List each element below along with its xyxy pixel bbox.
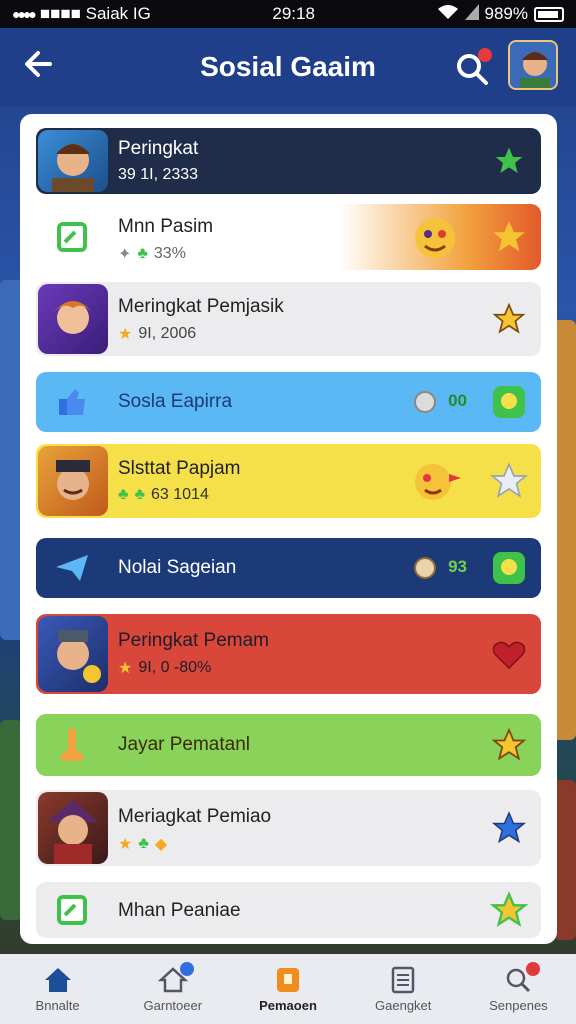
list-item[interactable]: Peringkat 39 1I, 2333 (36, 128, 541, 194)
item-count: 93 (448, 557, 467, 576)
clover-icon: ♣ (134, 486, 146, 503)
envelope-icon (54, 550, 90, 586)
item-subtitle: 9I, 0 -80% (138, 659, 212, 676)
item-title: Meringkat Pemjasik (118, 296, 284, 317)
list-item[interactable]: Nolai Sageian 93 (36, 538, 541, 598)
tab-label: Senpenes (489, 997, 548, 1013)
tab-settings[interactable]: Senpenes (461, 954, 576, 1024)
star-icon (489, 141, 529, 181)
sparkle-star-icon (489, 890, 529, 930)
green-badge-icon (489, 548, 529, 588)
item-title: Peringkat (118, 138, 199, 159)
avatar (38, 792, 108, 864)
star-icon (489, 299, 529, 339)
list-item[interactable]: Mnn Pasim ✦ ♣ 33% (36, 204, 541, 270)
app-header: Sosial Gaaim (0, 28, 576, 106)
item-title: Nolai Sageian (118, 557, 237, 578)
tab-home[interactable]: Bnnalte (0, 954, 115, 1024)
cell-icon (464, 3, 479, 25)
bottom-tab-bar: Bnnalte Garntoeer Pemaoen Gaengket Senpe… (0, 954, 576, 1024)
page-title: Sosial Gaaim (200, 51, 376, 82)
avatar (38, 130, 108, 192)
tab-community[interactable]: Garntoeer (115, 954, 230, 1024)
item-icons: ★ ♣ ◆ (118, 834, 167, 854)
search-button[interactable] (452, 48, 492, 88)
arrow-left-icon (25, 51, 52, 77)
gem-icon: ◆ (154, 836, 168, 853)
avatar (38, 284, 108, 354)
item-title: Mnn Pasim (118, 216, 214, 237)
item-subtitle: 39 1I, 2333 (118, 166, 199, 183)
tab-label: Gaengket (375, 997, 432, 1013)
item-subtitle-wrap: ✦ ♣ 33% (118, 244, 186, 264)
coin-icon (413, 390, 437, 419)
star-small-icon: ★ (118, 326, 133, 343)
thumbs-up-icon (54, 384, 90, 420)
back-button[interactable] (20, 46, 64, 90)
emoji-mascot-icon (409, 212, 461, 267)
list-item[interactable]: Meriagkat Pemiao ★ ♣ ◆ (36, 790, 541, 866)
notification-dot (180, 962, 195, 976)
heart-icon (489, 634, 529, 674)
item-count: 00 (448, 391, 467, 410)
avatar (38, 446, 108, 516)
emoji-mascot-icon (409, 456, 461, 511)
trophy-icon (54, 727, 90, 763)
carrier-label: ■■■■ Saiak IG (39, 4, 151, 23)
list-icon (391, 966, 415, 993)
item-title: Peringkat Pemam (118, 630, 270, 651)
silver-star-icon (489, 461, 529, 501)
wifi-icon (437, 4, 459, 25)
item-subtitle: 33% (153, 245, 186, 262)
tab-label: Pemaoen (259, 997, 317, 1013)
character-portrait-icon (510, 42, 556, 88)
item-subtitle-wrap: ★ 9I, 2006 (118, 324, 196, 344)
clover-icon: ♣ (118, 486, 129, 503)
coin-icon (413, 556, 437, 585)
list-item[interactable]: Slsttat Papjam ♣ ♣ 63 1014 (36, 444, 541, 518)
list-item[interactable]: Peringkat Pemam ★ 9I, 0 -80% (36, 614, 541, 694)
profile-avatar[interactable] (508, 40, 558, 90)
tab-ranking[interactable]: Pemaoen (230, 954, 345, 1024)
clover-icon: ♣ (138, 835, 149, 852)
battery-percent: 989% (484, 4, 528, 23)
tab-label: Garntoeer (143, 997, 203, 1013)
leaderboard-panel: Peringkat 39 1I, 2333 Mnn Pasim ✦ ♣ 33% … (20, 114, 557, 944)
clover-icon: ♣ (137, 245, 148, 262)
item-subtitle: 9I, 2006 (138, 325, 197, 342)
document-icon (54, 219, 90, 255)
item-subtitle: 63 1014 (151, 486, 209, 503)
tab-leaderboard[interactable]: Gaengket (346, 954, 461, 1024)
item-title: Mhan Peaniae (118, 900, 241, 921)
item-subtitle-wrap: ★ 9I, 0 -80% (118, 658, 211, 678)
signal-icon: ●●●● (12, 6, 37, 22)
sword-icon: ✦ (118, 246, 132, 263)
item-subtitle-wrap: ♣ ♣ 63 1014 (118, 486, 209, 504)
list-item[interactable]: Mhan Peaniae (36, 882, 541, 938)
list-item[interactable]: Jayar Pematanl (36, 714, 541, 776)
document-icon (54, 892, 90, 928)
green-badge-icon (489, 382, 529, 422)
tab-label: Bnnalte (35, 997, 80, 1013)
home-icon (44, 967, 71, 992)
item-title: Slsttat Papjam (118, 458, 241, 479)
star-small-icon: ★ (118, 836, 133, 853)
notification-dot (478, 48, 492, 62)
item-title: Jayar Pematanl (118, 734, 251, 755)
clock: 29:18 (272, 4, 315, 23)
star-small-icon: ★ (118, 660, 133, 677)
star-icon (489, 725, 529, 765)
status-bar: ●●●● ■■■■ Saiak IG 29:18 989% (0, 0, 576, 28)
list-item[interactable]: Meringkat Pemjasik ★ 9I, 2006 (36, 282, 541, 356)
list-item[interactable]: Sosla Eapirra 00 (36, 372, 541, 432)
battery-icon (533, 6, 564, 22)
avatar (38, 616, 108, 692)
star-icon (489, 217, 529, 257)
blue-star-icon (489, 808, 529, 848)
item-title: Sosla Eapirra (118, 391, 233, 412)
notification-dot (526, 962, 541, 976)
trophy-icon (277, 967, 299, 992)
item-title: Meriagkat Pemiao (118, 806, 272, 827)
